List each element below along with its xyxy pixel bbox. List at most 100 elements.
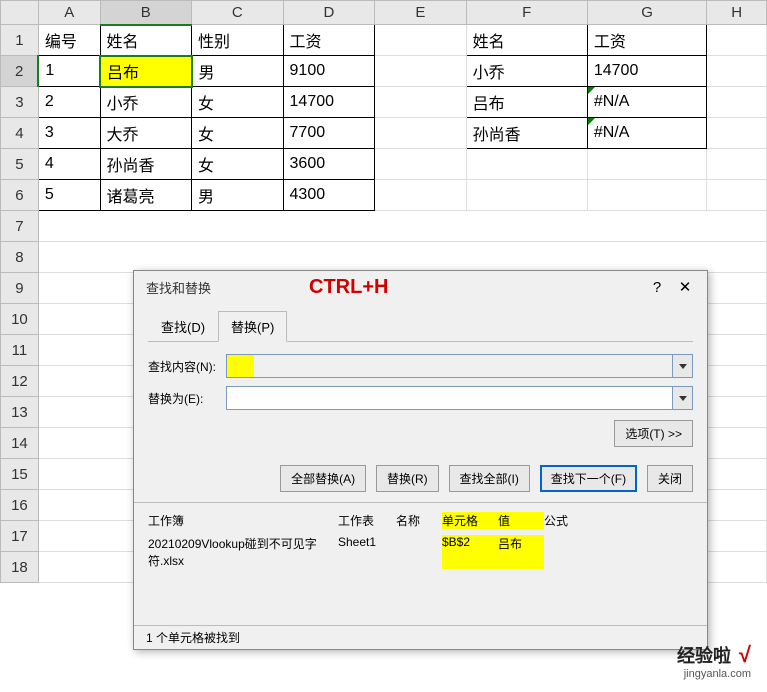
- cell[interactable]: [375, 180, 466, 211]
- cell[interactable]: 7700: [283, 118, 375, 149]
- close-button-2[interactable]: 关闭: [647, 465, 693, 492]
- cell[interactable]: 14700: [587, 56, 706, 87]
- col-header-C[interactable]: C: [192, 1, 283, 25]
- row-header[interactable]: 18: [1, 552, 39, 583]
- cell[interactable]: 孙尚香: [466, 118, 587, 149]
- row-header[interactable]: 13: [1, 397, 39, 428]
- col-formula[interactable]: 公式: [544, 512, 693, 529]
- cell[interactable]: 女: [192, 149, 283, 180]
- row-header[interactable]: 10: [1, 304, 39, 335]
- cell[interactable]: 1: [38, 56, 100, 87]
- row-header[interactable]: 9: [1, 273, 39, 304]
- col-header-H[interactable]: H: [707, 1, 767, 25]
- replace-all-button[interactable]: 全部替换(A): [280, 465, 366, 492]
- cell[interactable]: 女: [192, 118, 283, 149]
- replace-button[interactable]: 替换(R): [376, 465, 439, 492]
- replace-dropdown-button[interactable]: [673, 386, 693, 410]
- row-header[interactable]: 14: [1, 428, 39, 459]
- cell[interactable]: 3600: [283, 149, 375, 180]
- cell[interactable]: 男: [192, 180, 283, 211]
- row-header-1[interactable]: 1: [1, 25, 39, 56]
- cell[interactable]: 4: [38, 149, 100, 180]
- cell[interactable]: [466, 149, 587, 180]
- cell[interactable]: 姓名: [466, 25, 587, 56]
- cell[interactable]: 性别: [192, 25, 283, 56]
- cell[interactable]: 3: [38, 118, 100, 149]
- cell[interactable]: [38, 211, 766, 242]
- col-workbook[interactable]: 工作簿: [148, 512, 338, 529]
- row-header[interactable]: 12: [1, 366, 39, 397]
- col-header-D[interactable]: D: [283, 1, 375, 25]
- cell[interactable]: 4300: [283, 180, 375, 211]
- active-cell-B2[interactable]: 吕布: [100, 56, 191, 87]
- cell[interactable]: [375, 149, 466, 180]
- cell[interactable]: 女: [192, 87, 283, 118]
- select-all-corner[interactable]: [1, 1, 39, 25]
- row-header-6[interactable]: 6: [1, 180, 39, 211]
- cell[interactable]: 9100: [283, 56, 375, 87]
- cell[interactable]: [707, 118, 767, 149]
- col-cell[interactable]: 单元格: [442, 512, 498, 529]
- cell[interactable]: 姓名: [100, 25, 191, 56]
- dialog-titlebar[interactable]: 查找和替换 ? ✕: [134, 271, 707, 303]
- find-input[interactable]: [226, 354, 673, 378]
- col-sheet[interactable]: 工作表: [338, 512, 396, 529]
- cell[interactable]: 小乔: [466, 56, 587, 87]
- cell[interactable]: [587, 149, 706, 180]
- cell[interactable]: [375, 87, 466, 118]
- replace-input[interactable]: [226, 386, 673, 410]
- cell[interactable]: [707, 149, 767, 180]
- row-header-3[interactable]: 3: [1, 87, 39, 118]
- col-header-B[interactable]: B: [100, 1, 191, 25]
- cell[interactable]: [375, 118, 466, 149]
- col-name[interactable]: 名称: [396, 512, 442, 529]
- row-header[interactable]: 16: [1, 490, 39, 521]
- close-button[interactable]: ✕: [671, 278, 699, 296]
- row-header[interactable]: 7: [1, 211, 39, 242]
- cell[interactable]: [466, 180, 587, 211]
- find-dropdown-button[interactable]: [673, 354, 693, 378]
- cell[interactable]: 诸葛亮: [100, 180, 191, 211]
- row-header-2[interactable]: 2: [1, 56, 39, 87]
- cell[interactable]: 吕布: [466, 87, 587, 118]
- cell[interactable]: [707, 25, 767, 56]
- row-header[interactable]: 11: [1, 335, 39, 366]
- cell-error[interactable]: #N/A: [587, 118, 706, 149]
- col-header-G[interactable]: G: [587, 1, 706, 25]
- row-header[interactable]: 15: [1, 459, 39, 490]
- cell[interactable]: 14700: [283, 87, 375, 118]
- cell[interactable]: 小乔: [100, 87, 191, 118]
- col-header-E[interactable]: E: [375, 1, 466, 25]
- cell[interactable]: [38, 242, 766, 273]
- find-next-button[interactable]: 查找下一个(F): [540, 465, 637, 492]
- help-button[interactable]: ?: [643, 279, 671, 296]
- cell[interactable]: 工资: [587, 25, 706, 56]
- find-all-button[interactable]: 查找全部(I): [449, 465, 530, 492]
- cell[interactable]: [707, 56, 767, 87]
- row-header[interactable]: 8: [1, 242, 39, 273]
- cell[interactable]: 编号: [38, 25, 100, 56]
- results-row[interactable]: 20210209Vlookup碰到不可见字符.xlsx Sheet1 $B$2 …: [148, 532, 693, 572]
- cell[interactable]: [707, 87, 767, 118]
- cell[interactable]: [375, 56, 466, 87]
- row-header[interactable]: 17: [1, 521, 39, 552]
- cell[interactable]: [375, 25, 466, 56]
- cell[interactable]: 孙尚香: [100, 149, 191, 180]
- cell[interactable]: 大乔: [100, 118, 191, 149]
- cell[interactable]: [707, 180, 767, 211]
- results-pane[interactable]: 工作簿 工作表 名称 单元格 值 公式 20210209Vlookup碰到不可见…: [134, 502, 707, 594]
- row-header-4[interactable]: 4: [1, 118, 39, 149]
- col-header-F[interactable]: F: [466, 1, 587, 25]
- tab-replace[interactable]: 替换(P): [218, 311, 287, 342]
- cell[interactable]: 工资: [283, 25, 375, 56]
- col-value[interactable]: 值: [498, 512, 544, 529]
- tab-find[interactable]: 查找(D): [148, 311, 218, 342]
- cell-error[interactable]: #N/A: [587, 87, 706, 118]
- cell[interactable]: 男: [192, 56, 283, 87]
- cell[interactable]: 5: [38, 180, 100, 211]
- col-header-A[interactable]: A: [38, 1, 100, 25]
- cell[interactable]: [587, 180, 706, 211]
- cell[interactable]: 2: [38, 87, 100, 118]
- row-header-5[interactable]: 5: [1, 149, 39, 180]
- options-button[interactable]: 选项(T) >>: [614, 420, 693, 447]
